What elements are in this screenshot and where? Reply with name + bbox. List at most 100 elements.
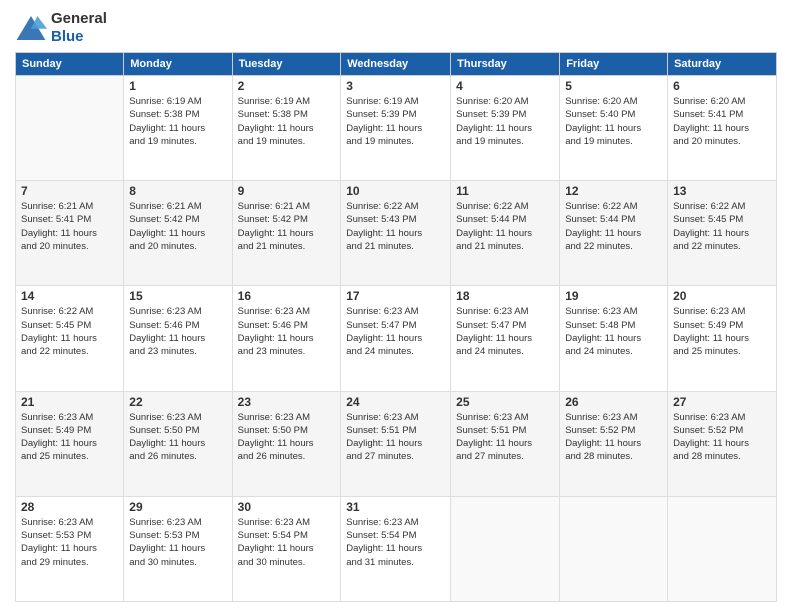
day-number: 26 — [565, 395, 662, 409]
day-number: 11 — [456, 184, 554, 198]
day-info: Sunrise: 6:23 AM Sunset: 5:53 PM Dayligh… — [21, 516, 118, 569]
day-number: 30 — [238, 500, 336, 514]
day-number: 27 — [673, 395, 771, 409]
day-number: 7 — [21, 184, 118, 198]
day-info: Sunrise: 6:23 AM Sunset: 5:46 PM Dayligh… — [238, 305, 336, 358]
day-info: Sunrise: 6:23 AM Sunset: 5:51 PM Dayligh… — [456, 411, 554, 464]
calendar-week-row: 28 Sunrise: 6:23 AM Sunset: 5:53 PM Dayli… — [16, 496, 777, 601]
calendar-cell: 11 Sunrise: 6:22 AM Sunset: 5:44 PM Dayli… — [451, 181, 560, 286]
calendar-cell: 17 Sunrise: 6:23 AM Sunset: 5:47 PM Dayli… — [341, 286, 451, 391]
calendar-cell: 14 Sunrise: 6:22 AM Sunset: 5:45 PM Dayli… — [16, 286, 124, 391]
calendar-header-wednesday: Wednesday — [341, 53, 451, 76]
calendar-cell: 28 Sunrise: 6:23 AM Sunset: 5:53 PM Dayli… — [16, 496, 124, 601]
calendar-week-row: 21 Sunrise: 6:23 AM Sunset: 5:49 PM Dayli… — [16, 391, 777, 496]
day-info: Sunrise: 6:23 AM Sunset: 5:49 PM Dayligh… — [21, 411, 118, 464]
day-number: 9 — [238, 184, 336, 198]
day-number: 8 — [129, 184, 226, 198]
day-info: Sunrise: 6:23 AM Sunset: 5:53 PM Dayligh… — [129, 516, 226, 569]
calendar-cell: 2 Sunrise: 6:19 AM Sunset: 5:38 PM Daylig… — [232, 76, 341, 181]
calendar-header-tuesday: Tuesday — [232, 53, 341, 76]
day-number: 2 — [238, 79, 336, 93]
calendar-cell: 10 Sunrise: 6:22 AM Sunset: 5:43 PM Dayli… — [341, 181, 451, 286]
calendar-cell: 22 Sunrise: 6:23 AM Sunset: 5:50 PM Dayli… — [124, 391, 232, 496]
day-number: 17 — [346, 289, 445, 303]
day-info: Sunrise: 6:23 AM Sunset: 5:54 PM Dayligh… — [346, 516, 445, 569]
calendar-cell: 29 Sunrise: 6:23 AM Sunset: 5:53 PM Dayli… — [124, 496, 232, 601]
day-info: Sunrise: 6:20 AM Sunset: 5:40 PM Dayligh… — [565, 95, 662, 148]
day-info: Sunrise: 6:19 AM Sunset: 5:39 PM Dayligh… — [346, 95, 445, 148]
day-info: Sunrise: 6:21 AM Sunset: 5:42 PM Dayligh… — [129, 200, 226, 253]
calendar-table: SundayMondayTuesdayWednesdayThursdayFrid… — [15, 52, 777, 602]
day-number: 24 — [346, 395, 445, 409]
day-info: Sunrise: 6:20 AM Sunset: 5:39 PM Dayligh… — [456, 95, 554, 148]
calendar-cell: 12 Sunrise: 6:22 AM Sunset: 5:44 PM Dayli… — [560, 181, 668, 286]
day-info: Sunrise: 6:23 AM Sunset: 5:50 PM Dayligh… — [238, 411, 336, 464]
calendar-cell: 18 Sunrise: 6:23 AM Sunset: 5:47 PM Dayli… — [451, 286, 560, 391]
day-number: 1 — [129, 79, 226, 93]
day-info: Sunrise: 6:23 AM Sunset: 5:54 PM Dayligh… — [238, 516, 336, 569]
calendar-week-row: 1 Sunrise: 6:19 AM Sunset: 5:38 PM Daylig… — [16, 76, 777, 181]
day-info: Sunrise: 6:23 AM Sunset: 5:47 PM Dayligh… — [346, 305, 445, 358]
day-number: 10 — [346, 184, 445, 198]
day-info: Sunrise: 6:19 AM Sunset: 5:38 PM Dayligh… — [238, 95, 336, 148]
calendar-cell: 8 Sunrise: 6:21 AM Sunset: 5:42 PM Daylig… — [124, 181, 232, 286]
logo: General Blue — [15, 10, 107, 46]
day-number: 25 — [456, 395, 554, 409]
calendar-cell: 1 Sunrise: 6:19 AM Sunset: 5:38 PM Daylig… — [124, 76, 232, 181]
day-info: Sunrise: 6:23 AM Sunset: 5:47 PM Dayligh… — [456, 305, 554, 358]
calendar-header-friday: Friday — [560, 53, 668, 76]
day-info: Sunrise: 6:22 AM Sunset: 5:44 PM Dayligh… — [456, 200, 554, 253]
day-info: Sunrise: 6:22 AM Sunset: 5:45 PM Dayligh… — [21, 305, 118, 358]
calendar-cell: 26 Sunrise: 6:23 AM Sunset: 5:52 PM Dayli… — [560, 391, 668, 496]
day-info: Sunrise: 6:23 AM Sunset: 5:52 PM Dayligh… — [565, 411, 662, 464]
day-info: Sunrise: 6:22 AM Sunset: 5:44 PM Dayligh… — [565, 200, 662, 253]
day-number: 28 — [21, 500, 118, 514]
calendar-week-row: 7Sunrise: 6:21 AM Sunset: 5:41 PM Daylig… — [16, 181, 777, 286]
calendar-cell: 23 Sunrise: 6:23 AM Sunset: 5:50 PM Dayli… — [232, 391, 341, 496]
calendar-cell: 27Sunrise: 6:23 AM Sunset: 5:52 PM Dayli… — [668, 391, 777, 496]
calendar-cell: 6Sunrise: 6:20 AM Sunset: 5:41 PM Daylig… — [668, 76, 777, 181]
day-number: 18 — [456, 289, 554, 303]
day-number: 31 — [346, 500, 445, 514]
day-number: 21 — [21, 395, 118, 409]
logo-text: General Blue — [51, 10, 107, 46]
calendar-cell: 3 Sunrise: 6:19 AM Sunset: 5:39 PM Daylig… — [341, 76, 451, 181]
day-number: 22 — [129, 395, 226, 409]
day-info: Sunrise: 6:23 AM Sunset: 5:49 PM Dayligh… — [673, 305, 771, 358]
calendar-cell: 24Sunrise: 6:23 AM Sunset: 5:51 PM Dayli… — [341, 391, 451, 496]
day-number: 29 — [129, 500, 226, 514]
day-number: 20 — [673, 289, 771, 303]
day-number: 3 — [346, 79, 445, 93]
page: General Blue SundayMondayTuesdayWednesda… — [0, 0, 792, 612]
calendar-cell — [560, 496, 668, 601]
calendar-cell: 13Sunrise: 6:22 AM Sunset: 5:45 PM Dayli… — [668, 181, 777, 286]
calendar-cell: 5 Sunrise: 6:20 AM Sunset: 5:40 PM Daylig… — [560, 76, 668, 181]
day-number: 23 — [238, 395, 336, 409]
day-number: 6 — [673, 79, 771, 93]
calendar-week-row: 14 Sunrise: 6:22 AM Sunset: 5:45 PM Dayli… — [16, 286, 777, 391]
logo-icon — [15, 14, 47, 42]
day-info: Sunrise: 6:23 AM Sunset: 5:50 PM Dayligh… — [129, 411, 226, 464]
day-info: Sunrise: 6:23 AM Sunset: 5:48 PM Dayligh… — [565, 305, 662, 358]
header: General Blue — [15, 10, 777, 46]
calendar-cell — [668, 496, 777, 601]
calendar-cell: 15Sunrise: 6:23 AM Sunset: 5:46 PM Dayli… — [124, 286, 232, 391]
calendar-cell: 20 Sunrise: 6:23 AM Sunset: 5:49 PM Dayli… — [668, 286, 777, 391]
calendar-cell: 31 Sunrise: 6:23 AM Sunset: 5:54 PM Dayli… — [341, 496, 451, 601]
day-number: 16 — [238, 289, 336, 303]
day-number: 15 — [129, 289, 226, 303]
day-info: Sunrise: 6:22 AM Sunset: 5:43 PM Dayligh… — [346, 200, 445, 253]
calendar-cell — [16, 76, 124, 181]
calendar-header-thursday: Thursday — [451, 53, 560, 76]
day-number: 12 — [565, 184, 662, 198]
calendar-cell: 21 Sunrise: 6:23 AM Sunset: 5:49 PM Dayli… — [16, 391, 124, 496]
calendar-header-row: SundayMondayTuesdayWednesdayThursdayFrid… — [16, 53, 777, 76]
day-number: 5 — [565, 79, 662, 93]
calendar-header-saturday: Saturday — [668, 53, 777, 76]
day-number: 13 — [673, 184, 771, 198]
day-info: Sunrise: 6:21 AM Sunset: 5:42 PM Dayligh… — [238, 200, 336, 253]
day-info: Sunrise: 6:19 AM Sunset: 5:38 PM Dayligh… — [129, 95, 226, 148]
calendar-cell: 7Sunrise: 6:21 AM Sunset: 5:41 PM Daylig… — [16, 181, 124, 286]
day-number: 19 — [565, 289, 662, 303]
day-number: 14 — [21, 289, 118, 303]
